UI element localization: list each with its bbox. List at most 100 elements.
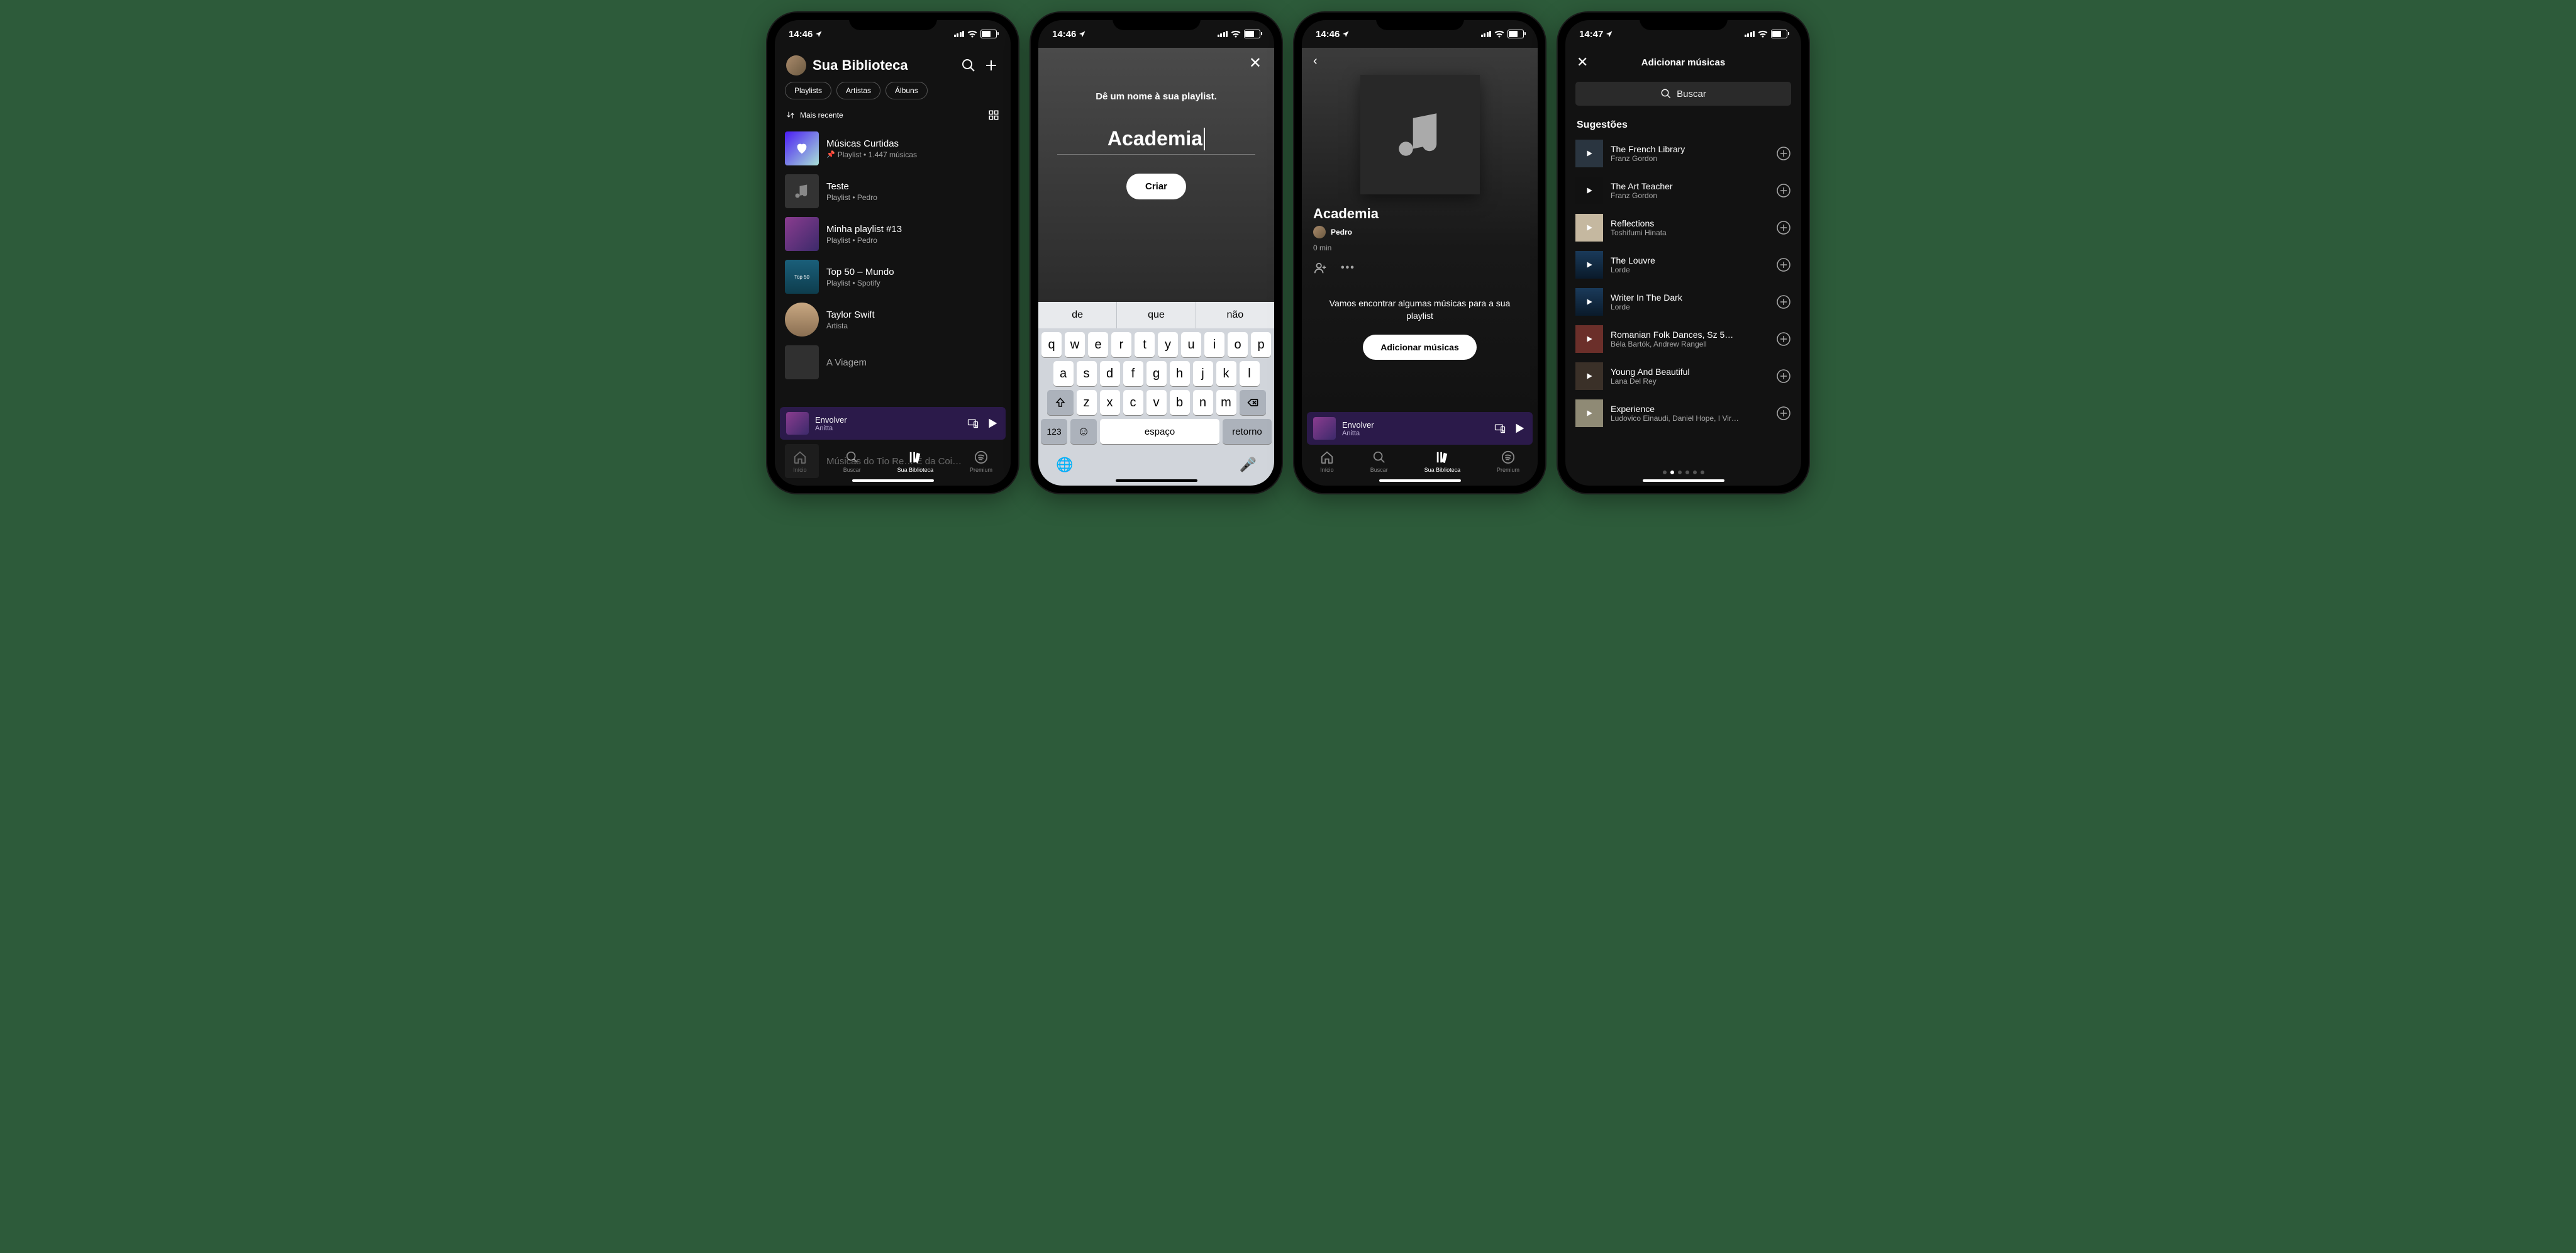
key-x[interactable]: x: [1100, 390, 1120, 415]
key-space[interactable]: espaço: [1100, 419, 1219, 444]
key-k[interactable]: k: [1216, 361, 1236, 386]
key-u[interactable]: u: [1181, 332, 1201, 357]
grid-view-icon[interactable]: [988, 109, 999, 121]
add-song-icon[interactable]: [1776, 406, 1791, 421]
playlist-name-input[interactable]: Academia: [1057, 127, 1255, 155]
key-p[interactable]: p: [1251, 332, 1271, 357]
add-song-icon[interactable]: [1776, 257, 1791, 272]
key-return[interactable]: retorno: [1223, 419, 1272, 444]
now-playing-bar[interactable]: Envolver Anitta: [1307, 412, 1533, 445]
globe-icon[interactable]: 🌐: [1056, 457, 1073, 473]
tab-search[interactable]: Buscar: [1370, 450, 1388, 473]
key-q[interactable]: q: [1041, 332, 1062, 357]
key-g[interactable]: g: [1146, 361, 1167, 386]
list-item[interactable]: A Viagem: [785, 341, 1001, 384]
playlist-owner[interactable]: Pedro: [1302, 226, 1538, 238]
home-indicator: [1116, 479, 1197, 482]
key-y[interactable]: y: [1158, 332, 1178, 357]
key-c[interactable]: c: [1123, 390, 1143, 415]
list-item[interactable]: Minha playlist #13 Playlist • Pedro: [785, 213, 1001, 255]
play-overlay-icon[interactable]: [1575, 362, 1603, 390]
play-overlay-icon[interactable]: [1575, 251, 1603, 279]
song-item[interactable]: ReflectionsToshifumi Hinata: [1575, 210, 1791, 245]
home-indicator: [852, 479, 934, 482]
key-i[interactable]: i: [1204, 332, 1224, 357]
playlist-cover[interactable]: [1360, 75, 1480, 194]
key-l[interactable]: l: [1240, 361, 1260, 386]
play-overlay-icon[interactable]: [1575, 288, 1603, 316]
song-item[interactable]: Romanian Folk Dances, Sz 5…Béla Bartók, …: [1575, 321, 1791, 357]
create-button[interactable]: Criar: [1126, 174, 1186, 199]
add-song-icon[interactable]: [1776, 369, 1791, 384]
sort-button[interactable]: Mais recente: [786, 111, 843, 120]
play-overlay-icon[interactable]: [1575, 325, 1603, 353]
song-item[interactable]: ExperienceLudovico Einaudi, Daniel Hope,…: [1575, 396, 1791, 431]
tab-premium[interactable]: Premium: [1497, 450, 1519, 473]
play-overlay-icon[interactable]: [1575, 177, 1603, 204]
play-overlay-icon[interactable]: [1575, 214, 1603, 242]
play-overlay-icon[interactable]: [1575, 399, 1603, 427]
song-item[interactable]: The LouvreLorde: [1575, 247, 1791, 282]
list-item[interactable]: Teste Playlist • Pedro: [785, 170, 1001, 213]
list-item[interactable]: Top 50 Top 50 – Mundo Playlist • Spotify: [785, 255, 1001, 298]
play-icon[interactable]: [985, 416, 999, 430]
key-m[interactable]: m: [1216, 390, 1236, 415]
keyboard-suggestion[interactable]: não: [1196, 302, 1274, 328]
tab-library[interactable]: Sua Biblioteca: [1424, 450, 1461, 473]
connect-device-icon[interactable]: [967, 417, 979, 430]
chip-playlists[interactable]: Playlists: [785, 82, 831, 99]
close-icon[interactable]: ✕: [1249, 54, 1262, 72]
back-icon[interactable]: ‹: [1302, 48, 1538, 75]
pin-icon: 📌: [826, 150, 835, 159]
key-f[interactable]: f: [1123, 361, 1143, 386]
add-song-icon[interactable]: [1776, 146, 1791, 161]
song-item[interactable]: The Art TeacherFranz Gordon: [1575, 173, 1791, 208]
chip-albums[interactable]: Álbuns: [886, 82, 928, 99]
key-j[interactable]: j: [1193, 361, 1213, 386]
key-shift[interactable]: [1047, 390, 1074, 415]
key-s[interactable]: s: [1077, 361, 1097, 386]
connect-device-icon[interactable]: [1494, 422, 1506, 435]
list-item[interactable]: Taylor Swift Artista: [785, 298, 1001, 341]
play-overlay-icon[interactable]: [1575, 140, 1603, 167]
add-song-icon[interactable]: [1776, 294, 1791, 309]
key-v[interactable]: v: [1146, 390, 1167, 415]
search-input[interactable]: Buscar: [1575, 82, 1791, 106]
key-n[interactable]: n: [1193, 390, 1213, 415]
mic-icon[interactable]: 🎤: [1240, 457, 1257, 473]
add-song-icon[interactable]: [1776, 331, 1791, 347]
tab-home[interactable]: Início: [1320, 450, 1334, 473]
chip-artists[interactable]: Artistas: [836, 82, 880, 99]
list-item[interactable]: Músicas Curtidas 📌Playlist • 1.447 músic…: [785, 127, 1001, 170]
key-emoji[interactable]: ☺: [1070, 419, 1097, 444]
key-e[interactable]: e: [1088, 332, 1108, 357]
key-numbers[interactable]: 123: [1041, 419, 1067, 444]
add-icon[interactable]: [983, 57, 999, 74]
song-title: Experience: [1611, 404, 1768, 414]
now-playing-bar[interactable]: Envolver Anitta: [780, 407, 1006, 440]
key-b[interactable]: b: [1170, 390, 1190, 415]
key-backspace[interactable]: [1240, 390, 1266, 415]
key-t[interactable]: t: [1135, 332, 1155, 357]
key-h[interactable]: h: [1170, 361, 1190, 386]
song-item[interactable]: The French LibraryFranz Gordon: [1575, 136, 1791, 171]
song-item[interactable]: Writer In The DarkLorde: [1575, 284, 1791, 320]
keyboard-suggestion[interactable]: de: [1038, 302, 1117, 328]
keyboard-suggestion[interactable]: que: [1117, 302, 1196, 328]
add-user-icon[interactable]: [1313, 261, 1327, 275]
key-w[interactable]: w: [1065, 332, 1085, 357]
add-song-icon[interactable]: [1776, 220, 1791, 235]
add-song-icon[interactable]: [1776, 183, 1791, 198]
key-d[interactable]: d: [1100, 361, 1120, 386]
song-item[interactable]: Young And BeautifulLana Del Rey: [1575, 359, 1791, 394]
list-item[interactable]: Músicas do Tio Re… É da Coi…: [785, 440, 1001, 482]
key-a[interactable]: a: [1053, 361, 1074, 386]
key-z[interactable]: z: [1077, 390, 1097, 415]
key-o[interactable]: o: [1228, 332, 1248, 357]
avatar[interactable]: [786, 55, 806, 75]
add-songs-button[interactable]: Adicionar músicas: [1363, 335, 1477, 360]
key-r[interactable]: r: [1111, 332, 1131, 357]
play-icon[interactable]: [1513, 421, 1526, 435]
search-icon[interactable]: [960, 57, 977, 74]
more-icon[interactable]: •••: [1341, 262, 1355, 274]
